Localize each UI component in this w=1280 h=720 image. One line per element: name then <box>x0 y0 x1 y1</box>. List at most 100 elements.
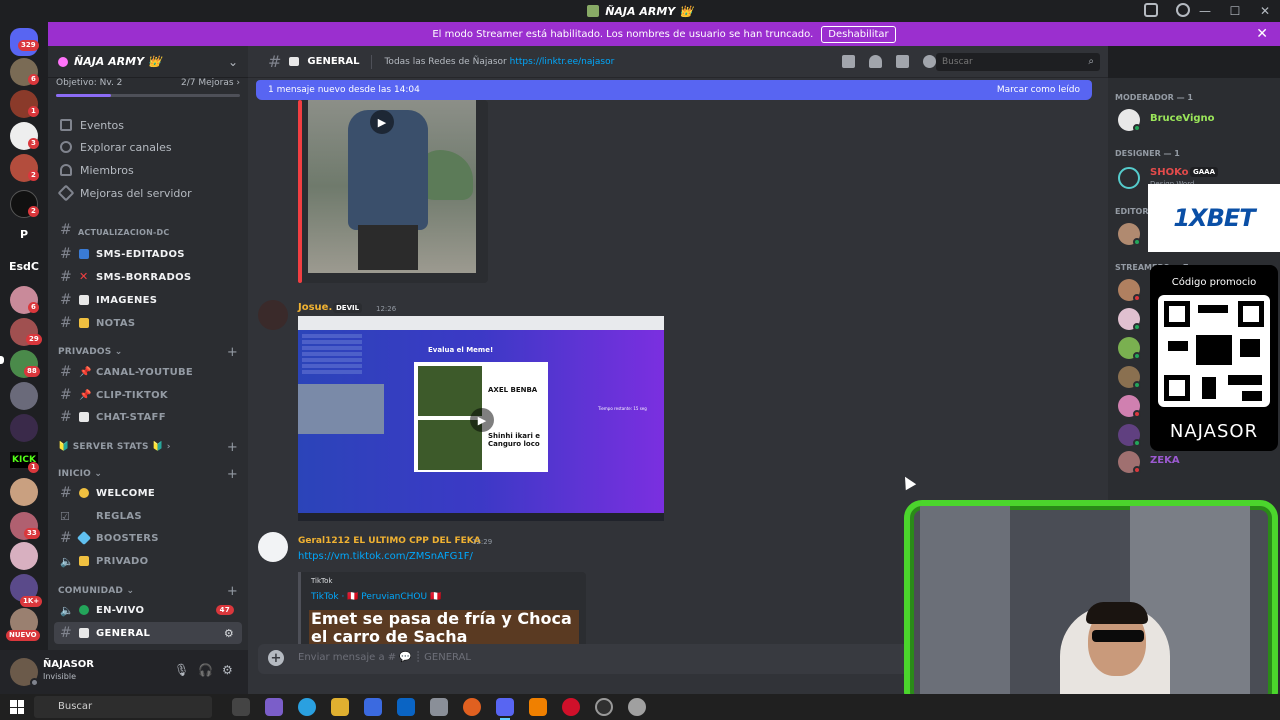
threads-icon[interactable] <box>842 55 855 68</box>
channel-notas[interactable]: # NOTAS <box>54 312 242 334</box>
disable-streamer-mode-button[interactable]: Deshabilitar <box>821 25 896 43</box>
server-icon-11[interactable] <box>10 478 38 506</box>
server-header[interactable]: ÑAJA ARMY 👑 ⌄ <box>48 46 248 78</box>
play-icon[interactable]: ▶ <box>370 110 394 134</box>
taskbar-search[interactable]: Buscar <box>34 696 212 718</box>
channel-boosters[interactable]: # BOOSTERS <box>54 527 242 549</box>
close-banner-icon[interactable]: ✕ <box>1256 26 1268 42</box>
message-author[interactable]: Geral1212 EL ULTIMO CPP DEL FEKA <box>298 536 481 546</box>
message-link[interactable]: https://vm.tiktok.com/ZMSnAFG1F/ <box>298 551 473 562</box>
topic-link[interactable]: https://linktr.ee/najasor <box>510 57 615 67</box>
add-channel-icon[interactable]: + <box>227 440 238 455</box>
add-channel-icon[interactable]: + <box>227 467 238 482</box>
category-server-stats[interactable]: 🔰 SERVER STATS 🔰 › + <box>48 439 248 455</box>
member-item[interactable]: BruceVigno <box>1118 108 1278 134</box>
channel-welcome[interactable]: # WELCOME <box>54 482 242 504</box>
inbox-icon[interactable] <box>1144 3 1158 17</box>
member-list-icon[interactable] <box>923 55 936 68</box>
server-text-p[interactable]: P <box>4 228 44 241</box>
help-icon[interactable] <box>1176 3 1190 17</box>
server-icon-10[interactable] <box>10 414 38 442</box>
headphones-icon[interactable]: 🎧 <box>198 663 213 677</box>
firefox-icon[interactable] <box>463 698 481 716</box>
message-author[interactable]: Josue. <box>298 302 332 313</box>
bell-icon[interactable] <box>869 55 882 68</box>
category-label: 🔰 SERVER STATS 🔰 › <box>58 442 171 452</box>
category-inicio[interactable]: INICIO ⌄ + <box>48 466 248 482</box>
channel-general[interactable]: # GENERAL ⚙ <box>54 622 242 644</box>
outlook-icon[interactable] <box>397 698 415 716</box>
minimize-button[interactable]: — <box>1190 0 1220 22</box>
compass-icon <box>60 141 72 153</box>
chevron-down-icon[interactable]: ⌄ <box>228 55 238 69</box>
channel-label: SMS-EDITADOS <box>96 248 185 260</box>
nav-boosts[interactable]: Mejoras del servidor <box>48 182 248 204</box>
gear-icon[interactable]: ⚙ <box>222 663 236 677</box>
category-comunidad[interactable]: COMUNIDAD ⌄ + <box>48 583 248 599</box>
video-thumbnail[interactable]: ▶ <box>308 100 476 273</box>
server-icon-13[interactable] <box>10 542 38 570</box>
channel-sms-borrados[interactable]: # ✕ SMS-BORRADOS <box>54 266 242 288</box>
server-icon-9[interactable] <box>10 382 38 410</box>
nav-events[interactable]: Eventos <box>48 114 248 136</box>
online-status-icon <box>1133 381 1141 389</box>
channel-actualizacion[interactable]: ACTUALIZACION-DC <box>48 224 248 240</box>
category-privados[interactable]: PRIVADOS ⌄ + <box>48 344 248 360</box>
role-header: MODERADOR — 1 <box>1115 93 1193 102</box>
boost-progress-fill <box>56 94 112 97</box>
new-messages-bar[interactable]: 1 mensaje nuevo desde las 14:04 Marcar c… <box>256 80 1092 100</box>
avatar[interactable] <box>258 300 288 330</box>
member-item[interactable]: ZEKA <box>1118 450 1278 476</box>
obs-icon[interactable] <box>595 698 613 716</box>
channel-canal-youtube[interactable]: # 📌 CANAL-YOUTUBE <box>54 361 242 383</box>
avatar[interactable] <box>258 532 288 562</box>
online-status-icon <box>1133 352 1141 360</box>
tiktok-embed[interactable]: TikTok TikTok · 🇵🇪 PeruvianCHOU 🇵🇪 Emet … <box>298 572 586 644</box>
pin-icon[interactable] <box>896 55 909 68</box>
nav-explore[interactable]: Explorar canales <box>48 136 248 158</box>
search-input[interactable] <box>936 53 1100 71</box>
add-channel-icon[interactable]: + <box>227 584 238 599</box>
screenshot-attachment[interactable]: Evalua el Meme! AXEL BENBA Shinhi ikari … <box>298 316 664 521</box>
title-bar: ÑAJA ARMY 👑 — ☐ ✕ <box>0 0 1280 22</box>
file-explorer-icon[interactable] <box>331 698 349 716</box>
embed-author[interactable]: TikTok · 🇵🇪 PeruvianCHOU 🇵🇪 <box>311 592 441 602</box>
app-icon-2[interactable] <box>628 698 646 716</box>
channel-privado[interactable]: 🔈 PRIVADO <box>54 550 242 572</box>
task-view-icon[interactable] <box>232 698 250 716</box>
channel-reglas[interactable]: ☑ REGLAS <box>54 505 242 527</box>
online-status-icon <box>1133 439 1141 447</box>
opera-icon[interactable] <box>562 698 580 716</box>
title-tools <box>1144 3 1190 17</box>
play-icon[interactable]: ▶ <box>470 408 494 432</box>
nav-members[interactable]: Miembros <box>48 159 248 181</box>
add-channel-icon[interactable]: + <box>227 345 238 360</box>
windows-taskbar: ⌕ Buscar <box>0 694 1280 720</box>
app-icon[interactable] <box>430 698 448 716</box>
store-icon[interactable] <box>364 698 382 716</box>
server-text-esdc[interactable]: EsdC <box>4 260 44 273</box>
embed-provider: TikTok <box>311 577 333 585</box>
channel-label: PRIVADO <box>96 555 149 567</box>
channel-label: NOTAS <box>96 317 136 329</box>
channel-sms-editados[interactable]: # SMS-EDITADOS <box>54 243 242 265</box>
channel-en-vivo[interactable]: 🔈 EN-VIVO 47 <box>54 599 242 621</box>
member-name: BruceVigno <box>1150 113 1215 124</box>
windows-start-icon[interactable] <box>10 700 24 714</box>
channel-imagenes[interactable]: # IMAGENES <box>54 289 242 311</box>
embed-preview[interactable]: Emet se pasa de fría y Choca el carro de… <box>309 610 579 644</box>
copilot-icon[interactable] <box>265 698 283 716</box>
channel-clip-tiktok[interactable]: # 📌 CLIP-TIKTOK <box>54 384 242 406</box>
discord-icon[interactable] <box>496 698 514 720</box>
pin-emoji-icon: 📌 <box>79 390 92 401</box>
channel-settings-icon[interactable]: ⚙ <box>224 627 234 640</box>
mark-as-read-button[interactable]: Marcar como leído <box>997 85 1080 95</box>
add-attachment-icon[interactable]: + <box>268 650 284 666</box>
close-window-button[interactable]: ✕ <box>1250 0 1280 22</box>
server-badge-2: 1 <box>28 106 39 117</box>
microphone-icon[interactable]: 🎙 <box>174 663 189 677</box>
vlc-icon[interactable] <box>529 698 547 716</box>
maximize-button[interactable]: ☐ <box>1220 0 1250 22</box>
edge-icon[interactable] <box>298 698 316 716</box>
channel-chat-staff[interactable]: # CHAT-STAFF <box>54 406 242 428</box>
